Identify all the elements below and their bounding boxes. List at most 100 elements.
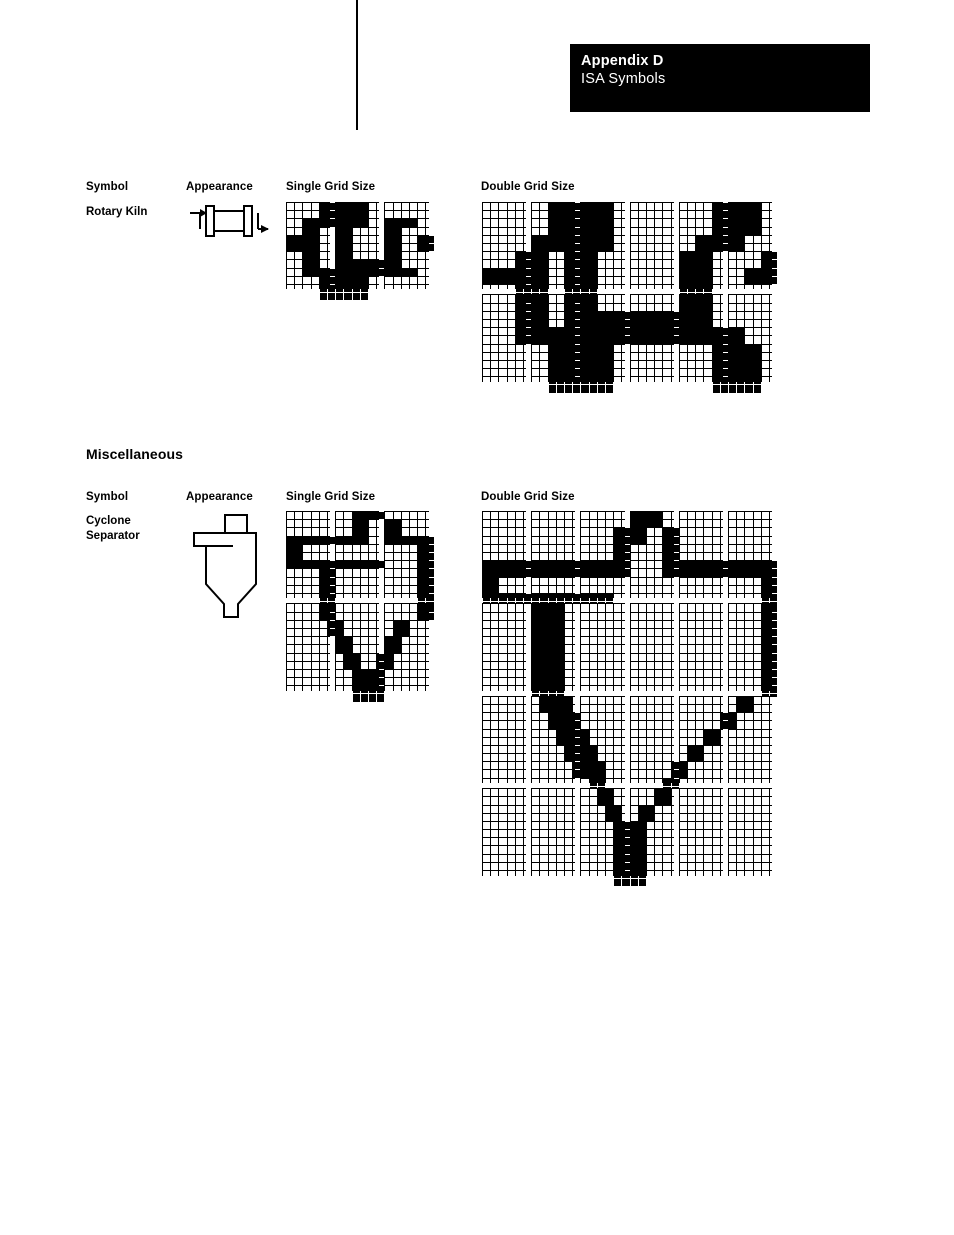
- grid-cell: [515, 369, 523, 377]
- grid-cell: [418, 276, 426, 284]
- grid-cell: [597, 754, 605, 762]
- grid-cell: [515, 252, 523, 260]
- grid-cell: [761, 754, 769, 762]
- grid-cell: [638, 669, 646, 678]
- grid-cell: [679, 303, 687, 311]
- grid-cell: [737, 243, 745, 252]
- grid-cell: [597, 678, 605, 686]
- grid-cell: [605, 678, 614, 686]
- grid-cell: [556, 745, 564, 754]
- grid-cell: [745, 879, 753, 887]
- grid-cell: [287, 276, 295, 284]
- grid-cell: [287, 628, 295, 637]
- grid-cell: [597, 713, 605, 721]
- grid-cell: [704, 219, 712, 227]
- grid-cell: [630, 512, 638, 520]
- grid-cell: [532, 536, 540, 544]
- grid-cell: [597, 284, 605, 293]
- grid-cell: [671, 686, 679, 694]
- grid-cell: [630, 211, 638, 219]
- grid-cell: [532, 235, 540, 243]
- grid-cell: [728, 612, 737, 620]
- grid-cell: [655, 797, 663, 805]
- grid-cell: [556, 770, 564, 778]
- grid-cell: [573, 328, 581, 336]
- grid-cell: [336, 569, 344, 577]
- grid-cell: [491, 385, 499, 393]
- grid-cell: [483, 295, 491, 303]
- grid-cell: [385, 585, 393, 593]
- grid-cell: [564, 520, 573, 528]
- grid-cell: [753, 821, 761, 830]
- grid-cell: [319, 536, 327, 544]
- grid-cell: [499, 284, 507, 293]
- grid-cell: [753, 669, 761, 678]
- grid-cell: [638, 235, 646, 243]
- grid-cell: [671, 729, 679, 737]
- grid-cell: [614, 593, 622, 602]
- grid-cell: [622, 797, 630, 805]
- grid-cell: [655, 593, 663, 602]
- grid-cell: [409, 593, 418, 602]
- grid-cell: [352, 544, 360, 552]
- grid-cell: [523, 686, 532, 694]
- grid-cell: [556, 284, 564, 293]
- grid-cell: [712, 295, 720, 303]
- grid-cell: [532, 512, 540, 520]
- grid-cell: [303, 512, 311, 520]
- grid-cell: [753, 577, 761, 585]
- grid-cell: [638, 797, 646, 805]
- grid-cell: [769, 276, 778, 284]
- grid-cell: [655, 696, 663, 704]
- grid-cell: [646, 653, 655, 661]
- grid-cell: [671, 628, 679, 637]
- grid-cell: [769, 328, 778, 336]
- grid-block: [286, 202, 336, 301]
- grid-cell: [614, 661, 622, 669]
- grid-cell: [597, 268, 605, 276]
- grid-cell: [769, 604, 778, 612]
- grid-cell: [605, 620, 614, 628]
- grid-cell: [352, 520, 360, 528]
- grid-cell: [499, 369, 507, 377]
- grid-cell: [393, 227, 401, 235]
- grid-cell: [540, 678, 548, 686]
- grid-cell: [761, 260, 769, 268]
- grid-cell: [483, 770, 491, 778]
- grid-cell: [523, 593, 532, 602]
- grid-cell: [344, 653, 352, 661]
- grid-cell: [720, 653, 728, 661]
- grid-cell: [679, 620, 687, 628]
- grid-cell: [532, 385, 540, 393]
- grid-cell: [671, 219, 679, 227]
- grid-cell: [352, 536, 360, 544]
- grid-cell: [704, 520, 712, 528]
- grid-cell: [704, 653, 712, 661]
- grid-cell: [720, 536, 728, 544]
- grid-cell: [720, 203, 728, 211]
- grid-cell: [745, 762, 753, 770]
- grid-cell: [728, 328, 737, 336]
- grid-cell: [556, 344, 564, 352]
- grid-cell: [745, 235, 753, 243]
- grid-cell: [409, 561, 418, 569]
- grid-cell: [614, 528, 622, 536]
- grid-cell: [630, 745, 638, 754]
- grid-cell: [761, 203, 769, 211]
- grid-cell: [287, 612, 295, 620]
- grid-cell: [532, 789, 540, 797]
- grid-cell: [540, 243, 548, 252]
- grid-block: [580, 511, 630, 610]
- grid-cell: [564, 512, 573, 520]
- grid-cell: [737, 319, 745, 328]
- grid-cell: [671, 879, 679, 887]
- grid-cell: [737, 552, 745, 561]
- grid-cell: [687, 745, 696, 754]
- grid-cell: [761, 319, 769, 328]
- grid-cell: [523, 243, 532, 252]
- grid-cell: [687, 369, 696, 377]
- grid-cell: [377, 552, 385, 561]
- grid-cell: [385, 661, 393, 669]
- grid-cell: [426, 276, 434, 284]
- grid-cell: [646, 512, 655, 520]
